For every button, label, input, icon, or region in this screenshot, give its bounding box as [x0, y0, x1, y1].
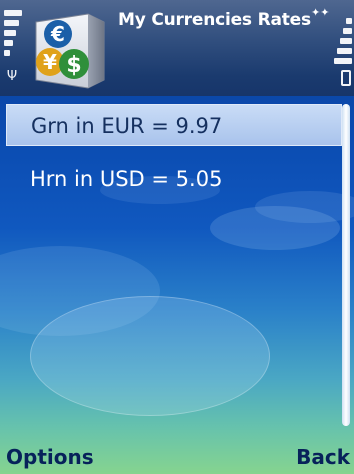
rate-item-usd[interactable]: Hrn in USD = 5.05	[6, 158, 342, 200]
bluetooth-icon: ✦✦	[311, 6, 330, 19]
softkey-bar: Options Back	[0, 434, 354, 474]
yen-symbol: ¥	[43, 50, 57, 74]
battery-level-icon	[332, 18, 352, 70]
scrollbar-thumb[interactable]	[342, 104, 350, 426]
battery-icon	[341, 70, 351, 86]
scrollbar[interactable]	[342, 104, 350, 426]
dollar-symbol: $	[66, 53, 81, 78]
signal-strength-icon	[4, 10, 22, 68]
main-pane: Grn in EUR = 9.97 Hrn in USD = 5.05	[0, 96, 354, 434]
rate-item-eur[interactable]: Grn in EUR = 9.97	[6, 104, 342, 146]
euro-symbol: €	[50, 22, 65, 46]
currency-app-icon: € ¥ $	[30, 8, 110, 90]
back-softkey[interactable]: Back	[296, 442, 350, 472]
options-softkey[interactable]: Options	[6, 442, 94, 472]
rates-list: Grn in EUR = 9.97 Hrn in USD = 5.05	[6, 104, 342, 212]
antenna-icon: Ψ	[6, 69, 18, 84]
app-title: My Currencies Rates	[118, 10, 311, 30]
status-pane: Ψ € ¥ $ My Currencies Rates ✦✦	[0, 0, 354, 96]
